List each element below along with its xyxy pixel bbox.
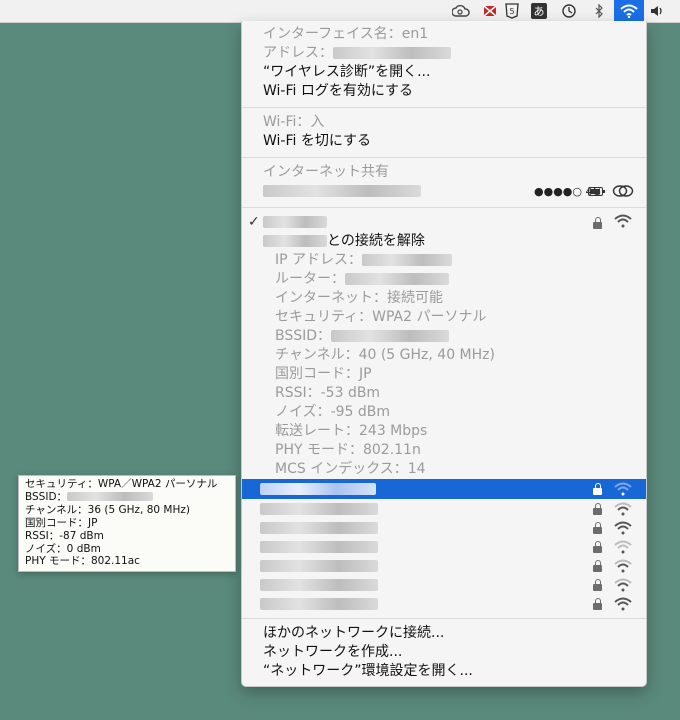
router-row: ルーター： xyxy=(242,270,679,289)
network-name-blurred xyxy=(260,579,378,591)
network-item[interactable] xyxy=(242,537,646,556)
separator xyxy=(242,207,646,208)
wifi-signal-icon xyxy=(614,482,632,496)
time-machine-icon[interactable] xyxy=(560,2,578,20)
address-label: アドレス： xyxy=(263,45,333,61)
wifi-signal-icon xyxy=(614,214,632,228)
html5-icon[interactable]: 5 xyxy=(503,2,521,20)
wifi-signal-icon xyxy=(614,578,632,592)
network-name-blurred xyxy=(260,522,378,534)
lock-icon xyxy=(593,217,602,229)
lock-icon xyxy=(593,579,602,591)
wifi-signal-icon xyxy=(614,521,632,535)
wifi-icon[interactable] xyxy=(614,0,644,22)
network-name-blurred xyxy=(260,541,378,553)
country-code-info: 国別コード：JP xyxy=(275,366,372,382)
separator xyxy=(242,157,646,158)
network-item[interactable] xyxy=(242,575,646,594)
open-diagnostics-item[interactable]: “ワイヤレス診断”を開く... xyxy=(242,63,667,82)
network-item-highlighted[interactable] xyxy=(242,479,646,499)
bssid-label: BSSID： xyxy=(275,328,332,344)
network-item[interactable] xyxy=(242,594,646,613)
menu-bar: 5 あ xyxy=(0,0,680,23)
mcs-index-info: MCS インデックス：14 xyxy=(275,461,426,477)
input-method-icon[interactable]: あ xyxy=(531,3,547,19)
lock-icon xyxy=(593,541,602,553)
wifi-signal-icon xyxy=(614,597,632,611)
security-info: セキュリティ：WPA2 パーソナル xyxy=(275,309,487,325)
ip-address-label: IP アドレス： xyxy=(275,252,363,268)
other-network-item[interactable]: ほかのネットワークに接続... xyxy=(242,624,667,643)
link-icon xyxy=(612,185,634,197)
channel-info: チャンネル：40 (5 GHz, 40 MHz) xyxy=(275,347,495,363)
wifi-off-item[interactable]: Wi-Fi を切にする xyxy=(242,132,667,151)
network-item[interactable] xyxy=(242,499,646,518)
network-name-blurred xyxy=(263,235,327,247)
transfer-rate-info: 転送レート：243 Mbps xyxy=(275,423,428,439)
tooltip-phy: PHY モード：802.11ac xyxy=(25,555,140,568)
mail-flag-icon[interactable] xyxy=(481,2,499,20)
disconnect-item[interactable]: との接続を解除 xyxy=(242,232,667,251)
tooltip-bssid-row: BSSID： xyxy=(25,491,235,504)
lock-icon xyxy=(593,560,602,572)
lock-icon xyxy=(593,483,602,495)
ip-address-row: IP アドレス： xyxy=(242,251,679,270)
wifi-signal-icon xyxy=(614,559,632,573)
creative-cloud-icon[interactable] xyxy=(452,2,470,20)
lock-icon xyxy=(593,503,602,515)
noise-info: ノイズ：-95 dBm xyxy=(275,404,391,420)
internet-status: インターネット：接続可能 xyxy=(275,290,443,306)
hotspot-name-blurred xyxy=(263,185,421,197)
interface-name: インターフェイス名：en1 xyxy=(263,26,429,42)
separator xyxy=(242,618,646,619)
address-row: アドレス： xyxy=(242,44,667,63)
connected-network-item[interactable] xyxy=(242,213,667,232)
address-blurred xyxy=(333,47,451,59)
network-name-blurred xyxy=(260,503,378,515)
bluetooth-icon[interactable] xyxy=(590,2,608,20)
tooltip-noise: ノイズ：0 dBm xyxy=(25,542,101,555)
internet-sharing-label: インターネット共有 xyxy=(263,164,389,180)
tooltip-bssid: BSSID： xyxy=(25,490,68,503)
lock-icon xyxy=(593,598,602,610)
enable-wifi-log-item[interactable]: Wi-Fi ログを有効にする xyxy=(242,82,667,101)
network-tooltip: セキュリティ：WPA／WPA2 パーソナル BSSID： チャンネル：36 (5… xyxy=(18,475,236,572)
router-label: ルーター： xyxy=(275,271,345,287)
network-item[interactable] xyxy=(242,556,646,575)
wifi-signal-icon xyxy=(614,540,632,554)
wifi-status: Wi-Fi：入 xyxy=(263,114,325,130)
network-name-blurred xyxy=(260,560,378,572)
network-name-blurred xyxy=(263,216,327,228)
tooltip-security: セキュリティ：WPA／WPA2 パーソナル xyxy=(25,478,218,490)
tooltip-rssi: RSSI：-87 dBm xyxy=(25,529,104,542)
tooltip-country: 国別コード：JP xyxy=(25,516,98,529)
phy-mode-info: PHY モード：802.11n xyxy=(275,442,421,458)
volume-icon[interactable] xyxy=(648,2,666,20)
network-item[interactable] xyxy=(242,518,646,537)
create-network-item[interactable]: ネットワークを作成... xyxy=(242,643,667,662)
disconnect-label: との接続を解除 xyxy=(327,233,425,249)
tooltip-channel: チャンネル：36 (5 GHz, 80 MHz) xyxy=(25,503,190,516)
network-name-blurred xyxy=(260,483,376,495)
separator xyxy=(242,107,646,108)
svg-text:5: 5 xyxy=(509,7,514,16)
bssid-blurred xyxy=(331,330,450,342)
bssid-row: BSSID： xyxy=(242,327,679,346)
ip-blurred xyxy=(362,254,453,266)
rssi-info: RSSI：-53 dBm xyxy=(275,385,381,401)
open-network-prefs-item[interactable]: “ネットワーク”環境設定を開く... xyxy=(242,662,667,681)
router-blurred xyxy=(345,273,449,285)
tooltip-bssid-blurred xyxy=(67,492,154,502)
wifi-menu: インターフェイス名：en1 アドレス： “ワイヤレス診断”を開く... Wi-F… xyxy=(241,21,647,687)
network-name-blurred xyxy=(260,598,378,610)
lock-icon xyxy=(593,522,602,534)
wifi-signal-icon xyxy=(614,502,632,516)
battery-icon xyxy=(588,187,605,196)
